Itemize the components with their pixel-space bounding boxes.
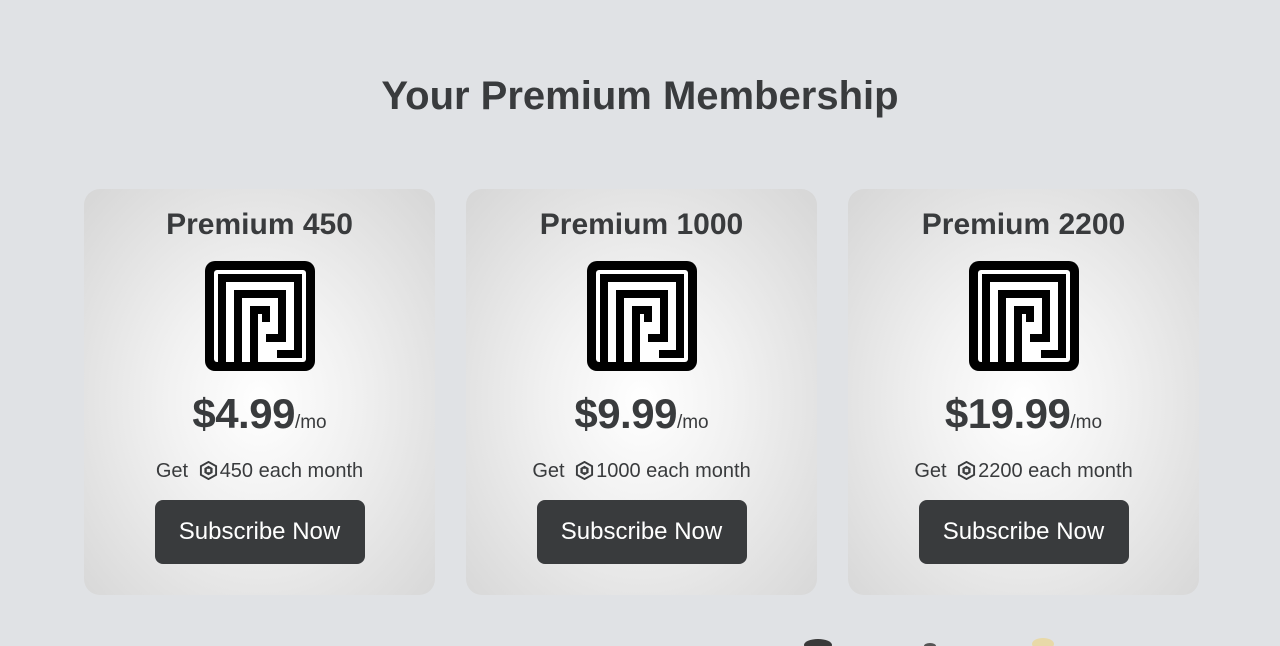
robux-amount-text: 2200 each month — [978, 460, 1133, 482]
plan-card-premium-1000: Premium 1000 $9.99/mo Get 1000 each mont… — [466, 189, 817, 595]
subscribe-button[interactable]: Subscribe Now — [536, 500, 747, 564]
price-row: $19.99/mo — [848, 389, 1199, 449]
price-row: $4.99/mo — [84, 389, 435, 449]
robux-icon — [958, 461, 976, 480]
robux-amount-text: 1000 each month — [596, 460, 751, 482]
robux-amount-row: Get 450 each month — [84, 458, 435, 484]
price-period: /mo — [294, 412, 327, 433]
plan-title: Premium 2200 — [921, 208, 1126, 241]
page-title: Your Premium Membership — [381, 73, 899, 118]
premium-logo-icon — [968, 261, 1079, 371]
price-period: /mo — [1070, 412, 1103, 433]
get-label: Get — [155, 460, 189, 482]
plan-price: $4.99 — [192, 390, 295, 437]
robux-icon — [576, 461, 594, 480]
plan-cards: Premium 450 $4.99/mo Get 450 each month … — [84, 189, 1199, 595]
plan-card-premium-2200: Premium 2200 $19.99/mo Get 2200 each mon… — [848, 189, 1199, 595]
price-period: /mo — [676, 412, 709, 433]
premium-logo-icon — [586, 261, 697, 371]
premium-logo-icon — [204, 261, 315, 371]
robux-amount-text: 450 each month — [219, 460, 364, 482]
price-row: $9.99/mo — [466, 389, 817, 449]
plan-title: Premium 1000 — [539, 208, 744, 241]
plan-title: Premium 450 — [166, 208, 353, 241]
robux-amount-row: Get 2200 each month — [848, 458, 1199, 484]
get-label: Get — [914, 460, 947, 482]
plan-card-premium-450: Premium 450 $4.99/mo Get 450 each month … — [84, 189, 435, 595]
plan-price: $19.99 — [944, 390, 1071, 437]
subscribe-button[interactable]: Subscribe Now — [918, 500, 1129, 564]
robux-icon — [199, 461, 217, 480]
robux-amount-row: Get 1000 each month — [466, 458, 817, 484]
get-label: Get — [532, 460, 565, 482]
subscribe-button[interactable]: Subscribe Now — [154, 500, 365, 564]
plan-price: $9.99 — [574, 390, 677, 437]
